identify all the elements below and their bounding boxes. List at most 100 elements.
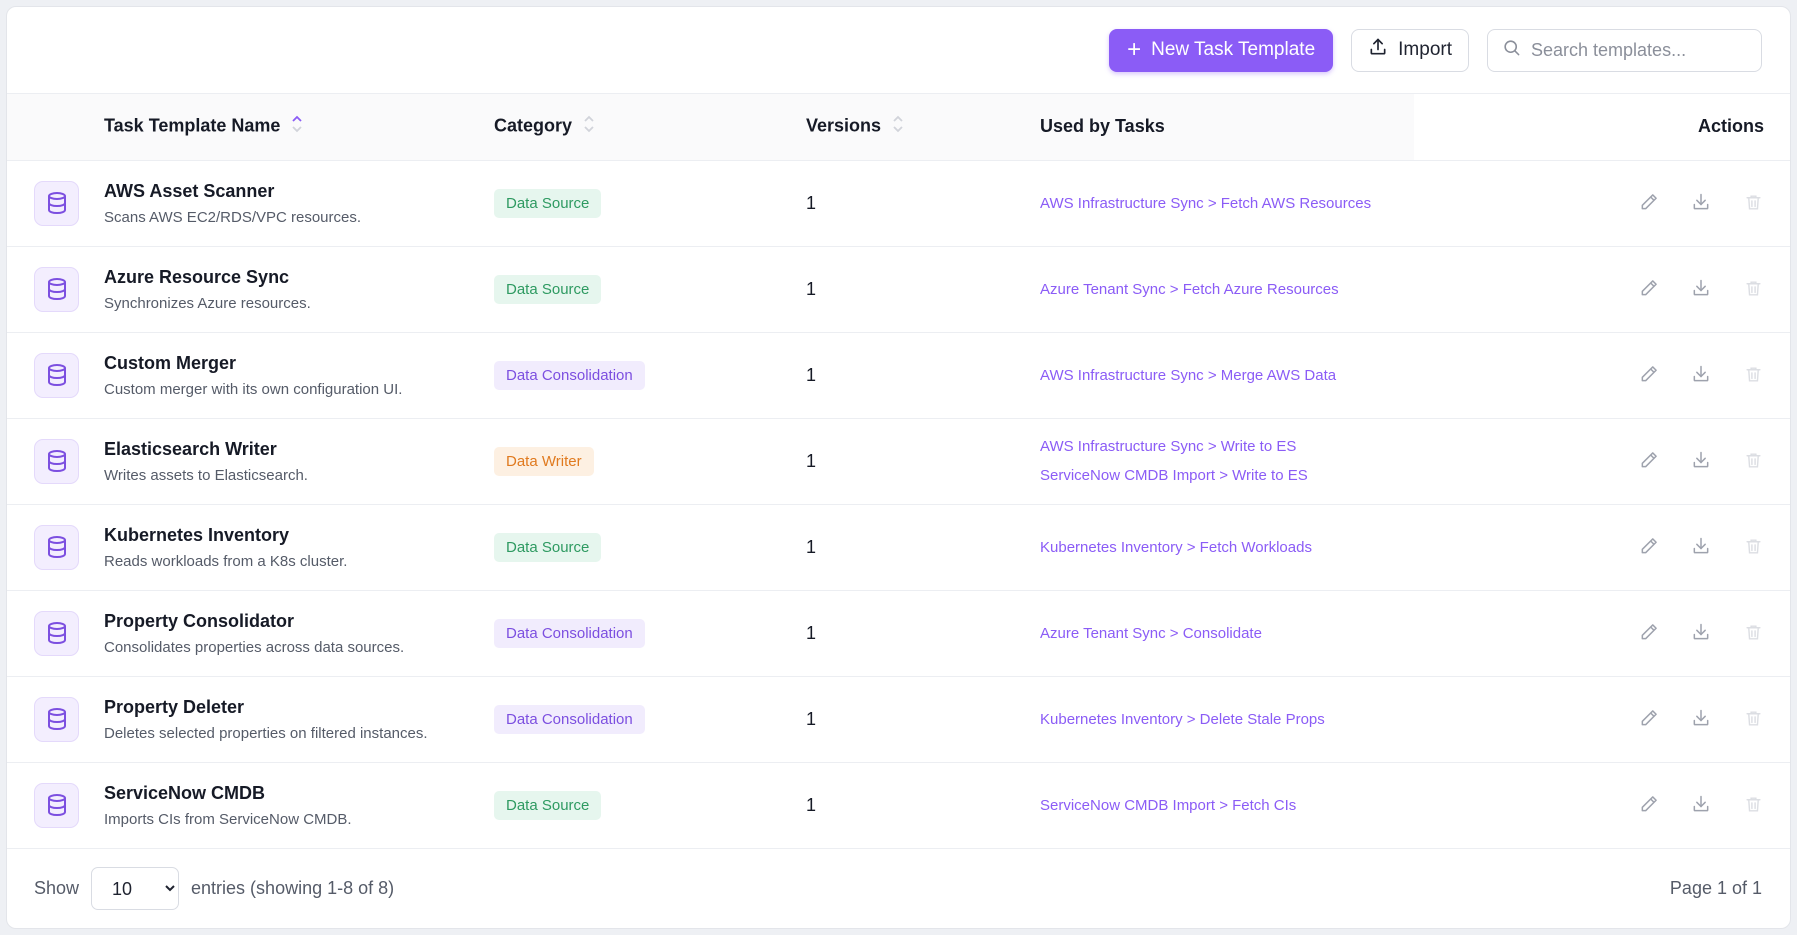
category-badge: Data Writer: [494, 446, 594, 476]
table-row[interactable]: Elasticsearch Writer Writes assets to El…: [7, 418, 1790, 504]
template-name[interactable]: ServiceNow CMDB: [104, 783, 494, 804]
used-by-task-link[interactable]: AWS Infrastructure Sync > Fetch AWS Reso…: [1040, 189, 1414, 218]
trash-icon[interactable]: [1740, 276, 1766, 302]
trash-icon[interactable]: [1740, 448, 1766, 474]
sort-icon[interactable]: [892, 114, 904, 139]
table-header-row: Task Template Name Category Versions Use…: [7, 94, 1790, 161]
version-count: 1: [806, 278, 817, 299]
edit-icon[interactable]: [1636, 189, 1662, 215]
version-count: 1: [806, 364, 817, 385]
database-icon: [34, 180, 79, 226]
edit-icon[interactable]: [1636, 791, 1662, 817]
used-by-tasks: ServiceNow CMDB Import > Fetch CIs: [1040, 762, 1414, 848]
edit-icon[interactable]: [1636, 275, 1662, 301]
template-description: Reads workloads from a K8s cluster.: [104, 552, 348, 570]
edit-icon[interactable]: [1636, 533, 1662, 559]
table-row[interactable]: Kubernetes Inventory Reads workloads fro…: [7, 504, 1790, 590]
sort-ascending-icon[interactable]: [291, 114, 303, 139]
template-name[interactable]: Property Consolidator: [104, 611, 494, 632]
edit-icon[interactable]: [1636, 361, 1662, 387]
database-icon: [34, 438, 79, 484]
column-header-used-by: Used by Tasks: [1040, 94, 1414, 161]
new-task-template-label: New Task Template: [1151, 39, 1316, 60]
category-badge: Data Consolidation: [494, 360, 645, 390]
column-header-category[interactable]: Category: [494, 94, 806, 161]
version-count: 1: [806, 708, 817, 729]
template-description: Deletes selected properties on filtered …: [104, 724, 428, 742]
upload-icon: [1368, 37, 1388, 63]
download-icon[interactable]: [1688, 533, 1714, 559]
download-icon[interactable]: [1688, 705, 1714, 731]
database-icon: [34, 610, 79, 656]
used-by-task-link[interactable]: AWS Infrastructure Sync > Merge AWS Data: [1040, 361, 1414, 390]
used-by-task-link[interactable]: AWS Infrastructure Sync > Write to ES: [1040, 432, 1414, 461]
database-icon: [34, 524, 79, 570]
used-by-task-link[interactable]: Kubernetes Inventory > Delete Stale Prop…: [1040, 705, 1414, 734]
edit-icon[interactable]: [1636, 619, 1662, 645]
search-input[interactable]: [1531, 39, 1741, 61]
table-row[interactable]: Property Consolidator Consolidates prope…: [7, 590, 1790, 676]
trash-icon[interactable]: [1740, 620, 1766, 646]
database-icon: [34, 266, 79, 312]
search-box: [1487, 28, 1762, 72]
template-name[interactable]: AWS Asset Scanner: [104, 181, 494, 202]
template-name[interactable]: Property Deleter: [104, 697, 494, 718]
trash-icon[interactable]: [1740, 534, 1766, 560]
show-label: Show: [34, 878, 80, 898]
page-indicator: Page 1 of 1: [1669, 878, 1762, 898]
table-body: AWS Asset Scanner Scans AWS EC2/RDS/VPC …: [7, 160, 1790, 848]
used-by-task-link[interactable]: ServiceNow CMDB Import > Write to ES: [1040, 461, 1414, 490]
used-by-tasks: AWS Infrastructure Sync > Write to ES Ser…: [1040, 418, 1414, 504]
used-by-task-link[interactable]: ServiceNow CMDB Import > Fetch CIs: [1040, 791, 1414, 820]
used-by-tasks: AWS Infrastructure Sync > Fetch AWS Reso…: [1040, 160, 1414, 246]
column-header-versions[interactable]: Versions: [806, 94, 1040, 161]
category-badge: Data Consolidation: [494, 618, 645, 648]
import-button[interactable]: Import: [1351, 28, 1469, 72]
version-count: 1: [806, 536, 817, 557]
category-badge: Data Source: [494, 532, 602, 562]
template-name[interactable]: Custom Merger: [104, 353, 494, 374]
toolbar: + New Task Template Import: [7, 7, 1790, 94]
table-row[interactable]: AWS Asset Scanner Scans AWS EC2/RDS/VPC …: [7, 160, 1790, 246]
used-by-tasks: Azure Tenant Sync > Fetch Azure Resource…: [1040, 246, 1414, 332]
download-icon[interactable]: [1688, 189, 1714, 215]
used-by-task-link[interactable]: Azure Tenant Sync > Consolidate: [1040, 619, 1414, 648]
templates-card: + New Task Template Import Search templa…: [6, 6, 1791, 929]
download-icon[interactable]: [1688, 619, 1714, 645]
sort-icon[interactable]: [583, 114, 595, 139]
table-row[interactable]: Custom Merger Custom merger with its own…: [7, 332, 1790, 418]
download-icon[interactable]: [1688, 791, 1714, 817]
category-badge: Data Consolidation: [494, 704, 645, 734]
version-count: 1: [806, 622, 817, 643]
download-icon[interactable]: [1688, 447, 1714, 473]
edit-icon[interactable]: [1636, 447, 1662, 473]
download-icon[interactable]: [1688, 361, 1714, 387]
trash-icon[interactable]: [1740, 706, 1766, 732]
trash-icon[interactable]: [1740, 362, 1766, 388]
trash-icon[interactable]: [1740, 792, 1766, 818]
table-row[interactable]: Property Deleter Deletes selected proper…: [7, 676, 1790, 762]
trash-icon[interactable]: [1740, 190, 1766, 216]
table-footer: Show 10 entries (showing 1-8 of 8) Page …: [7, 849, 1790, 928]
template-name[interactable]: Elasticsearch Writer: [104, 439, 494, 460]
used-by-tasks: Azure Tenant Sync > Consolidate: [1040, 590, 1414, 676]
template-name[interactable]: Kubernetes Inventory: [104, 525, 494, 546]
template-name[interactable]: Azure Resource Sync: [104, 267, 494, 288]
table-row[interactable]: Azure Resource Sync Synchronizes Azure r…: [7, 246, 1790, 332]
new-task-template-button[interactable]: + New Task Template: [1109, 28, 1334, 72]
download-icon[interactable]: [1688, 275, 1714, 301]
template-description: Consolidates properties across data sour…: [104, 638, 405, 656]
page-size-select[interactable]: 10: [91, 867, 180, 910]
used-by-task-link[interactable]: Kubernetes Inventory > Fetch Workloads: [1040, 533, 1414, 562]
template-description: Custom merger with its own configuration…: [104, 380, 403, 398]
database-icon: [34, 782, 79, 828]
template-description: Scans AWS EC2/RDS/VPC resources.: [104, 208, 362, 226]
column-header-actions: Actions: [1414, 94, 1790, 161]
table-row[interactable]: ServiceNow CMDB Imports CIs from Service…: [7, 762, 1790, 848]
database-icon: [34, 696, 79, 742]
used-by-task-link[interactable]: Azure Tenant Sync > Fetch Azure Resource…: [1040, 275, 1414, 304]
column-header-name[interactable]: Task Template Name: [104, 94, 494, 161]
edit-icon[interactable]: [1636, 705, 1662, 731]
plus-icon: +: [1127, 36, 1142, 63]
version-count: 1: [806, 794, 817, 815]
